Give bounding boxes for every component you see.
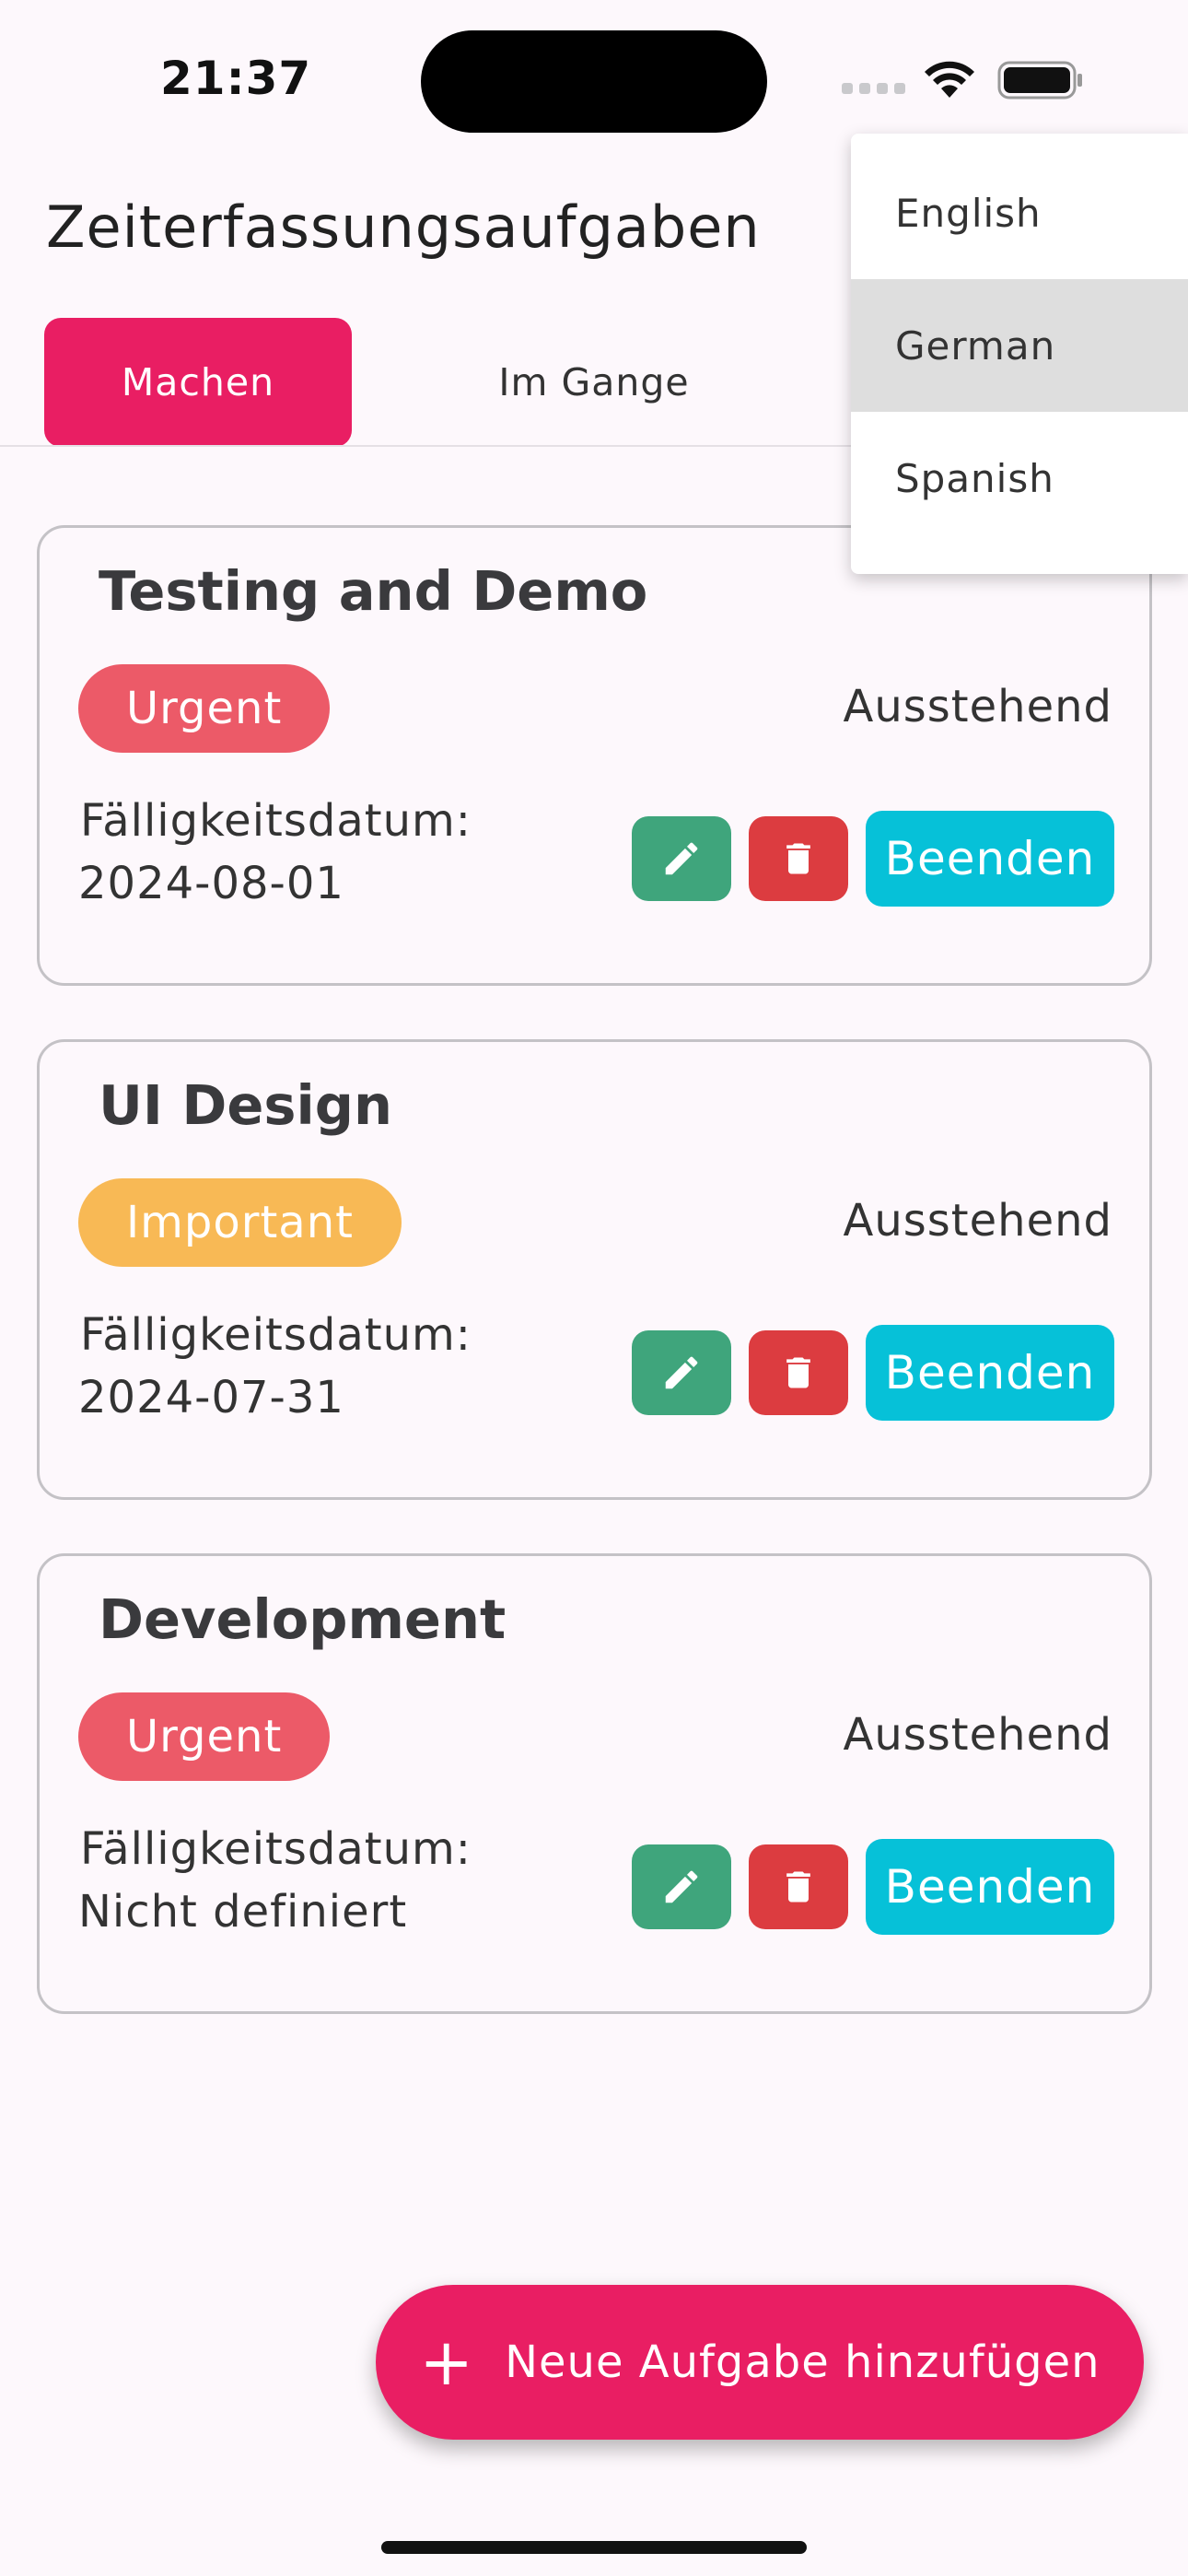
trash-icon (786, 843, 810, 874)
add-task-button[interactable]: + Neue Aufgabe hinzufügen (376, 2285, 1144, 2440)
finish-button[interactable]: Beenden (866, 811, 1114, 907)
pencil-icon (665, 842, 698, 875)
pencil-icon (665, 1870, 698, 1903)
priority-tag: Important (78, 1178, 402, 1267)
task-status: Ausstehend (843, 1195, 1112, 1247)
due-date-value: Nicht definiert (78, 1886, 408, 1938)
task-title: UI Design (99, 1073, 392, 1137)
delete-button[interactable] (749, 1844, 848, 1929)
trash-icon (786, 1871, 810, 1903)
menu-item-spanish[interactable]: Spanish (851, 412, 1188, 544)
due-date-label: Fälligkeitsdatum: (80, 1309, 472, 1361)
cellular-signal-icon (842, 83, 906, 96)
priority-tag: Urgent (78, 1692, 331, 1781)
battery-icon (997, 61, 1082, 100)
menu-item-english[interactable]: English (851, 146, 1188, 279)
delete-button[interactable] (749, 1330, 848, 1415)
page-title: Zeiterfassungsaufgaben (46, 193, 761, 261)
finish-button[interactable]: Beenden (866, 1325, 1114, 1421)
trash-icon (786, 1357, 810, 1388)
status-time: 21:37 (160, 52, 312, 105)
wifi-icon (925, 61, 974, 98)
dynamic-island (421, 30, 767, 133)
edit-button[interactable] (632, 1844, 731, 1929)
due-date-label: Fälligkeitsdatum: (80, 1823, 472, 1875)
tab-machen[interactable]: Machen (44, 318, 352, 447)
edit-button[interactable] (632, 816, 731, 901)
finish-button[interactable]: Beenden (866, 1839, 1114, 1935)
edit-button[interactable] (632, 1330, 731, 1415)
task-card: Development Urgent Ausstehend Fälligkeit… (37, 1553, 1152, 2014)
pencil-icon (665, 1356, 698, 1389)
task-title: Testing and Demo (99, 559, 648, 623)
add-task-label: Neue Aufgabe hinzufügen (505, 2336, 1101, 2388)
delete-button[interactable] (749, 816, 848, 901)
due-date-value: 2024-07-31 (78, 1372, 344, 1423)
home-indicator (381, 2541, 807, 2554)
task-card: Testing and Demo Urgent Ausstehend Fälli… (37, 525, 1152, 986)
task-status: Ausstehend (843, 681, 1112, 732)
due-date-value: 2024-08-01 (78, 858, 344, 909)
task-card: UI Design Important Ausstehend Fälligkei… (37, 1039, 1152, 1500)
language-menu: English German Spanish (851, 134, 1188, 574)
app-screen: 21:37 Zeiterfassungsaufgaben Machen Im G… (0, 0, 1188, 2576)
priority-tag: Urgent (78, 664, 331, 753)
task-status: Ausstehend (843, 1709, 1112, 1761)
due-date-label: Fälligkeitsdatum: (80, 795, 472, 847)
task-title: Development (99, 1587, 507, 1651)
tab-im-gange[interactable]: Im Gange (440, 318, 748, 447)
plus-icon: + (419, 2324, 474, 2400)
menu-item-german[interactable]: German (851, 279, 1188, 412)
